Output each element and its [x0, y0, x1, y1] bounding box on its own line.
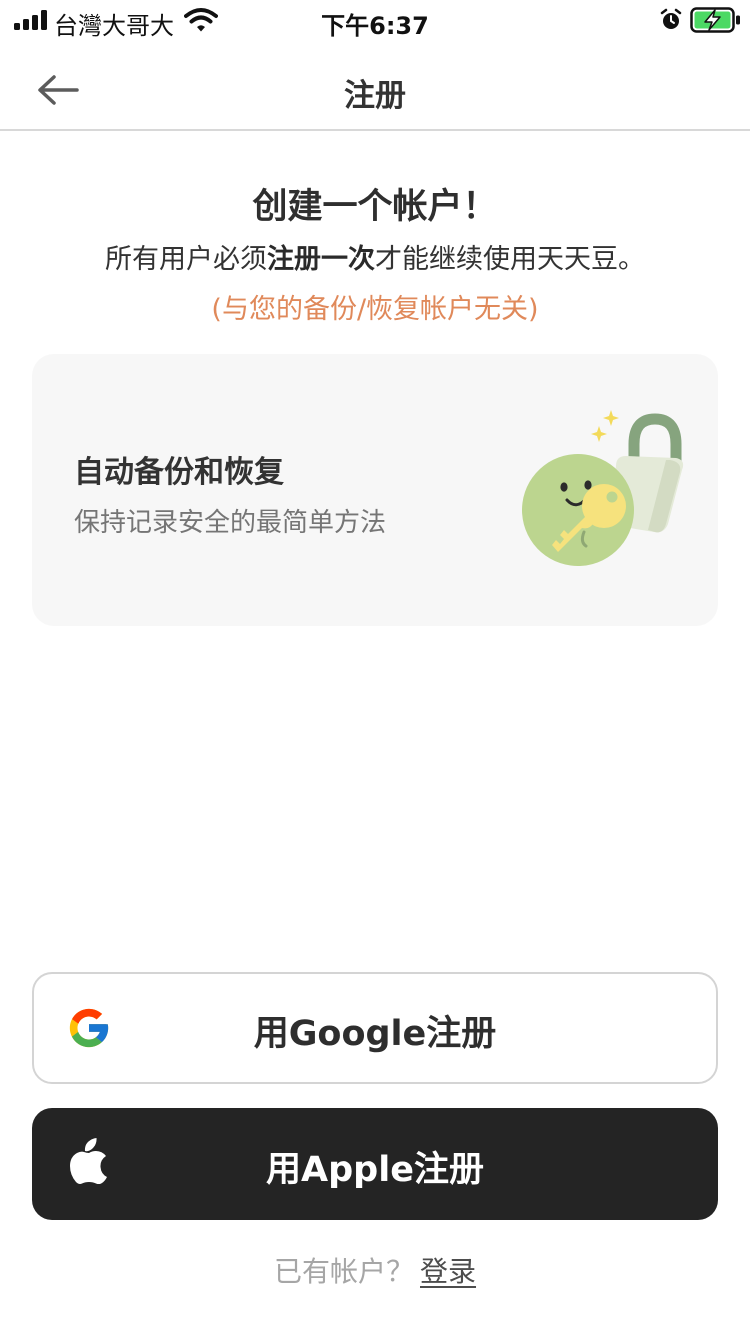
alarm-icon: [660, 8, 682, 29]
battery-charging-icon: [690, 7, 740, 33]
card-description: 保持记录安全的最简单方法: [74, 508, 387, 538]
apple-button-label: 用Apple注册: [266, 1150, 484, 1190]
create-account-heading: 创建一个帐户！: [252, 187, 498, 227]
login-prompt: 已有帐户？ 登录: [0, 1250, 750, 1290]
page-title: 注册: [344, 78, 406, 114]
sparkle-icon: [603, 410, 619, 426]
auto-backup-card: 自动备份和恢复 保持记录安全的最简单方法: [32, 354, 718, 626]
status-time: 下午6:37: [321, 12, 429, 40]
google-signup-button[interactable]: 用Google注册: [32, 972, 718, 1084]
google-button-label: 用Google注册: [253, 1014, 497, 1054]
requirement-prefix: 所有用户必须: [105, 244, 267, 275]
requirement-suffix: 才能继续使用天天豆。: [375, 244, 645, 275]
nav-bar: 注册: [0, 40, 750, 131]
requirement-bold: 注册一次: [267, 244, 375, 275]
apple-signup-button[interactable]: 用Apple注册: [32, 1108, 718, 1220]
sparkle-icon: [591, 426, 607, 442]
backup-note: (与您的备份/恢复帐户无关): [211, 294, 539, 325]
register-requirement-text: 所有用户必须注册一次才能继续使用天天豆。: [0, 237, 750, 276]
login-link[interactable]: 登录: [420, 1255, 476, 1288]
status-bar: 台灣大哥大 下午6:37: [0, 0, 750, 40]
lock-key-bean-illustration: [522, 410, 684, 566]
card-title: 自动备份和恢复: [74, 455, 284, 490]
have-account-text: 已有帐户？: [273, 1255, 414, 1288]
